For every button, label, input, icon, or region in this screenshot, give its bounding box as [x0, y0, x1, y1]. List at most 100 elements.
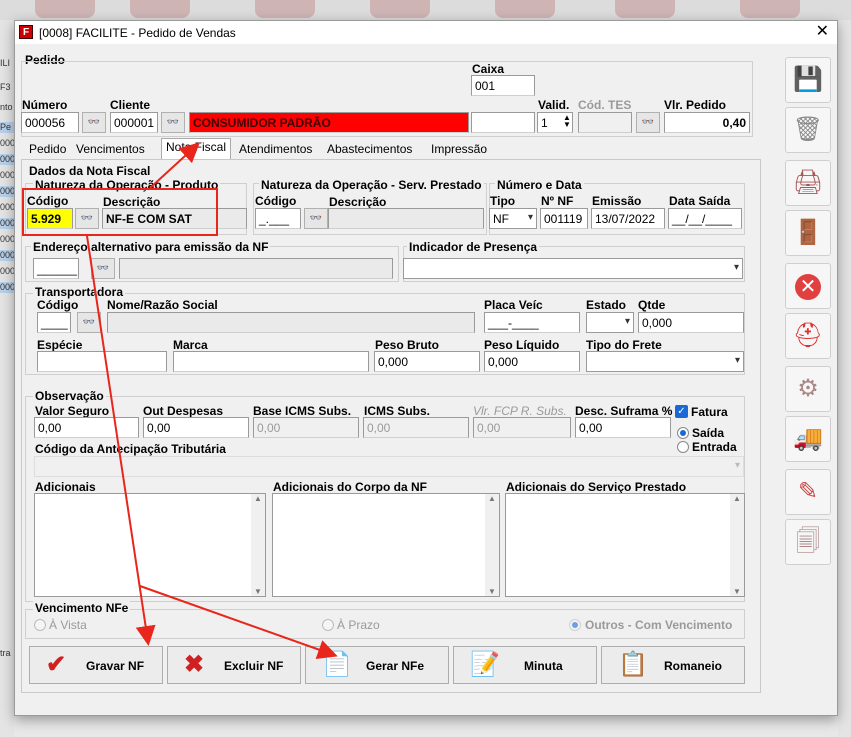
saida-radio[interactable]: [677, 427, 689, 439]
tab-pedido[interactable]: Pedido: [25, 141, 70, 159]
peso-bruto-field[interactable]: 0,000: [374, 351, 480, 372]
scrollbar[interactable]: ▲ ▼: [485, 494, 499, 596]
bg-row: 000: [0, 186, 14, 197]
adicionais-textarea[interactable]: ▲ ▼: [34, 493, 266, 597]
search-transportadora-icon[interactable]: 👓: [77, 312, 101, 333]
eraser-icon[interactable]: ✎: [785, 469, 831, 515]
cliente-code-field[interactable]: 000001: [110, 112, 158, 133]
tab-atendimentos[interactable]: Atendimentos: [235, 141, 316, 159]
gerar-nfe-label: Gerar NFe: [366, 659, 425, 673]
adicionais-corpo-textarea[interactable]: ▲ ▼: [272, 493, 500, 597]
adicionais-corpo-label: Adicionais do Corpo da NF: [273, 480, 428, 494]
search-numero-icon[interactable]: 👓: [82, 112, 106, 133]
gravar-nf-button[interactable]: ✔ Gravar NF: [29, 646, 163, 684]
numero-field[interactable]: 000056: [21, 112, 79, 133]
placa-field[interactable]: ___-____: [484, 312, 580, 333]
scrollbar[interactable]: ▲ ▼: [730, 494, 744, 596]
cliente-extra-field[interactable]: [471, 112, 535, 133]
documents-icon[interactable]: 🗐: [785, 519, 831, 565]
nnf-label: Nº NF: [541, 194, 574, 208]
ind-presenca-select[interactable]: ▾: [403, 258, 743, 279]
tab-vencimentos[interactable]: Vencimentos: [72, 141, 149, 159]
adicionais-label: Adicionais: [35, 480, 96, 494]
dados-nf-label: Dados da Nota Fiscal: [29, 164, 151, 178]
valor-seguro-field[interactable]: 0,00: [34, 417, 139, 438]
search-endereco-icon[interactable]: 👓: [91, 258, 115, 279]
scrollbar[interactable]: ▲ ▼: [251, 494, 265, 596]
suframa-field[interactable]: 0,00: [575, 417, 671, 438]
base-icms-field: 0,00: [253, 417, 359, 438]
cancel-circle-icon[interactable]: ✕: [785, 263, 831, 309]
search-cliente-icon[interactable]: 👓: [161, 112, 185, 133]
tipo-label: Tipo: [490, 194, 516, 208]
a-prazo-radio[interactable]: [322, 619, 334, 631]
excluir-nf-label: Excluir NF: [224, 659, 284, 673]
exit-door-icon[interactable]: 🚪: [785, 210, 831, 256]
caixa-field[interactable]: 001: [471, 75, 535, 96]
cancel-x-glyph: ✕: [795, 273, 821, 300]
entrada-radio[interactable]: [677, 441, 689, 453]
transp-codigo-field[interactable]: ____: [37, 312, 71, 333]
minuta-button[interactable]: 📝 Minuta: [453, 646, 597, 684]
tab-nota-fiscal[interactable]: Nota Fiscal: [161, 138, 232, 159]
romaneio-button[interactable]: 📋 Romaneio: [601, 646, 745, 684]
icms-subs-field: 0,00: [363, 417, 469, 438]
lifebuoy-help-icon[interactable]: ⛑: [785, 313, 831, 359]
especie-field[interactable]: [37, 351, 167, 372]
highlight-box: [22, 188, 218, 236]
bg-row: 000: [0, 282, 14, 293]
outros-radio[interactable]: [569, 619, 581, 631]
search-tes-icon[interactable]: 👓: [636, 112, 660, 133]
numero-data-label: Número e Data: [495, 178, 584, 192]
estado-select[interactable]: ▾: [586, 312, 634, 333]
fatura-checkbox[interactable]: ✓: [675, 405, 688, 418]
checkmark-icon: ✔: [46, 651, 67, 678]
trash-icon[interactable]: 🗑: [785, 107, 831, 153]
peso-liquido-field[interactable]: 0,000: [484, 351, 580, 372]
adicionais-servico-textarea[interactable]: ▲ ▼: [505, 493, 745, 597]
tipo-frete-select[interactable]: ▾: [586, 351, 744, 372]
cliente-name-field[interactable]: CONSUMIDOR PADRÃO: [189, 112, 469, 133]
nome-razao-field: [107, 312, 475, 333]
suframa-label: Desc. Suframa %: [575, 404, 673, 418]
a-vista-label: À Vista: [49, 618, 87, 632]
a-vista-radio[interactable]: [34, 619, 46, 631]
cod-tes-field: [578, 112, 632, 133]
emissao-label: Emissão: [592, 194, 642, 208]
nfe-document-icon: 📄: [322, 651, 352, 678]
truck-icon[interactable]: 🚚: [785, 416, 831, 462]
valid-spinner-icon[interactable]: ▲ ▼: [563, 114, 571, 129]
close-icon[interactable]: ✕: [816, 23, 829, 41]
ind-presenca-label: Indicador de Presença: [407, 240, 540, 254]
placa-label: Placa Veíc: [484, 298, 543, 312]
tab-abastecimentos[interactable]: Abastecimentos: [323, 141, 416, 159]
bg-row: 000: [0, 170, 14, 180]
observacao-label: Observação: [33, 389, 106, 403]
settings-gear-icon[interactable]: ⚙: [785, 366, 831, 412]
tab-impressao[interactable]: Impressão: [427, 141, 491, 159]
bg-row: nto: [0, 102, 13, 112]
a-prazo-label: À Prazo: [337, 618, 380, 632]
excluir-nf-button[interactable]: ✖ Excluir NF: [167, 646, 301, 684]
save-disk-icon[interactable]: 💾: [785, 57, 831, 103]
gerar-nfe-button[interactable]: 📄 Gerar NFe: [305, 646, 449, 684]
qtde-field[interactable]: 0,000: [638, 312, 744, 333]
search-servico-icon[interactable]: 👓: [304, 208, 328, 229]
bg-row: 000: [0, 266, 14, 276]
minuta-document-icon: 📝: [470, 651, 500, 678]
bg-row: ILI: [0, 58, 11, 68]
end-alt-code-field[interactable]: ______: [33, 258, 79, 279]
out-despesas-field[interactable]: 0,00: [143, 417, 249, 438]
title-bar: F [0008] FACILITE - Pedido de Vendas ✕: [15, 21, 837, 44]
marca-field[interactable]: [173, 351, 369, 372]
vlr-pedido-field: 0,40: [664, 112, 750, 133]
bg-row: 000: [0, 250, 14, 261]
nnf-field[interactable]: 001119: [540, 208, 588, 229]
emissao-field[interactable]: 13/07/2022: [591, 208, 665, 229]
tipo-select[interactable]: NF ▾: [489, 208, 537, 229]
minuta-label: Minuta: [524, 659, 563, 673]
serv-codigo-field[interactable]: _.___: [255, 208, 301, 229]
printer-icon[interactable]: 🖨: [785, 160, 831, 206]
data-saida-field[interactable]: __/__/____: [668, 208, 742, 229]
chevron-down-icon: ▾: [733, 262, 739, 273]
